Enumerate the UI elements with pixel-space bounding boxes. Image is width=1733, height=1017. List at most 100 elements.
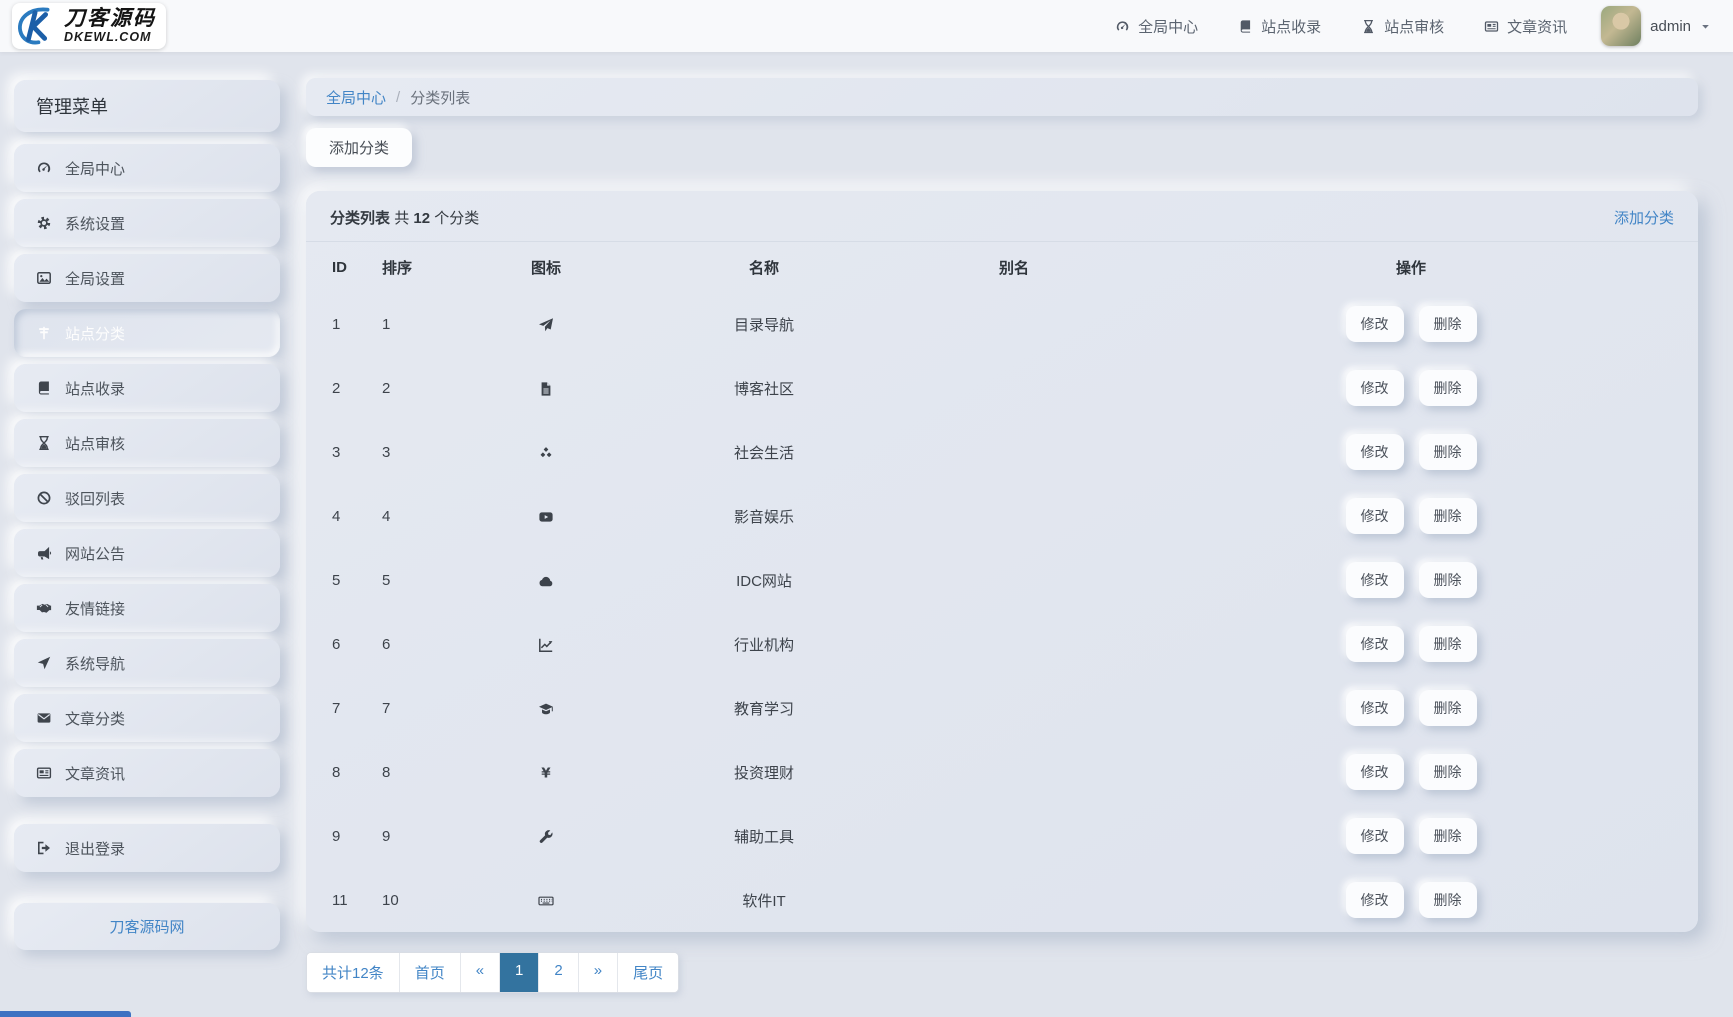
edit-button[interactable]: 修改 xyxy=(1346,562,1404,598)
table-row: 6 6 行业机构 修改 删除 xyxy=(306,612,1698,676)
card-title-text: 分类列表 xyxy=(330,210,390,227)
cell-alias xyxy=(904,740,1124,804)
pagination-next[interactable]: » xyxy=(579,953,618,992)
table-row: 7 7 教育学习 修改 删除 xyxy=(306,676,1698,740)
edit-button[interactable]: 修改 xyxy=(1346,818,1404,854)
add-category-link[interactable]: 添加分类 xyxy=(1614,207,1674,228)
card-header: 分类列表 共 12 个分类 添加分类 xyxy=(306,191,1698,242)
delete-button[interactable]: 删除 xyxy=(1419,882,1477,918)
sidebar-item-label: 网站公告 xyxy=(65,543,125,564)
edit-button[interactable]: 修改 xyxy=(1346,306,1404,342)
edit-button[interactable]: 修改 xyxy=(1346,754,1404,790)
pagination-last[interactable]: 尾页 xyxy=(618,953,678,992)
pagination-first[interactable]: 首页 xyxy=(400,953,461,992)
breadcrumb-divider: / xyxy=(396,89,400,106)
cell-name: IDC网站 xyxy=(624,548,904,612)
column-header-5: 别名 xyxy=(904,242,1124,292)
table-row: 1 1 目录导航 修改 删除 xyxy=(306,292,1698,356)
newspaper-icon xyxy=(1484,19,1499,34)
delete-button[interactable]: 删除 xyxy=(1419,690,1477,726)
brand-logo[interactable]: 刀客源码 DKEWL.COM xyxy=(12,3,166,49)
card-count-suffix: 个分类 xyxy=(434,210,479,227)
sidebar-menu: 全局中心 系统设置 全局设置 站点分类 站点收录 站点审核 驳回列表 网站公告 … xyxy=(14,144,280,872)
edit-button[interactable]: 修改 xyxy=(1346,626,1404,662)
top-nav-item-book[interactable]: 站点收录 xyxy=(1238,16,1321,37)
pagination-page-1[interactable]: 1 xyxy=(500,953,539,992)
envelope-icon xyxy=(36,710,52,726)
cell-name: 软件IT xyxy=(624,868,904,932)
sidebar-item-book[interactable]: 站点收录 xyxy=(14,364,280,412)
sidebar-item-gear[interactable]: 系统设置 xyxy=(14,199,280,247)
sidebar-item-label: 系统设置 xyxy=(65,213,125,234)
sidebar-item-signpost[interactable]: 站点分类 xyxy=(14,309,280,357)
sidebar-item-location-arrow[interactable]: 系统导航 xyxy=(14,639,280,687)
pagination-total: 共计12条 xyxy=(307,953,400,992)
delete-button[interactable]: 删除 xyxy=(1419,562,1477,598)
top-nav-item-newspaper[interactable]: 文章资讯 xyxy=(1484,16,1567,37)
cell-icon xyxy=(468,420,624,484)
delete-button[interactable]: 删除 xyxy=(1419,306,1477,342)
cell-icon xyxy=(468,676,624,740)
cell-actions: 修改 删除 xyxy=(1124,356,1698,420)
sidebar-item-hourglass[interactable]: 站点审核 xyxy=(14,419,280,467)
cell-actions: 修改 删除 xyxy=(1124,804,1698,868)
bullhorn-icon xyxy=(36,545,52,561)
edit-button[interactable]: 修改 xyxy=(1346,434,1404,470)
edit-button[interactable]: 修改 xyxy=(1346,370,1404,406)
sidebar-item-handshake[interactable]: 友情链接 xyxy=(14,584,280,632)
cell-sort: 10 xyxy=(368,868,468,932)
table-head: ID排序图标名称别名操作 xyxy=(306,242,1698,292)
column-header-2: 排序 xyxy=(368,242,468,292)
sidebar-footer-link[interactable]: 刀客源码网 xyxy=(14,903,280,950)
sidebar-title: 管理菜单 xyxy=(14,80,280,132)
pagination: 共计12条首页«12»尾页 xyxy=(306,952,679,993)
table-row: 2 2 博客社区 修改 删除 xyxy=(306,356,1698,420)
cell-actions: 修改 删除 xyxy=(1124,868,1698,932)
top-nav-item-hourglass[interactable]: 站点审核 xyxy=(1361,16,1444,37)
delete-button[interactable]: 删除 xyxy=(1419,818,1477,854)
edit-button[interactable]: 修改 xyxy=(1346,498,1404,534)
cell-id: 4 xyxy=(306,484,368,548)
main-content: 全局中心 / 分类列表 添加分类 分类列表 共 12 个分类 添加分类 ID排序… xyxy=(306,78,1698,993)
pagination-page-2[interactable]: 2 xyxy=(539,953,578,992)
sidebar-item-dashboard[interactable]: 全局中心 xyxy=(14,144,280,192)
table-row: 3 3 社会生活 修改 删除 xyxy=(306,420,1698,484)
sidebar-item-label: 文章资讯 xyxy=(65,763,125,784)
user-menu[interactable]: admin xyxy=(1601,6,1711,46)
cell-id: 1 xyxy=(306,292,368,356)
youtube-icon xyxy=(538,509,554,525)
delete-button[interactable]: 删除 xyxy=(1419,370,1477,406)
breadcrumb-link[interactable]: 全局中心 xyxy=(326,87,386,108)
keyboard-icon xyxy=(538,893,554,909)
cell-sort: 7 xyxy=(368,676,468,740)
handshake-icon xyxy=(36,600,52,616)
delete-button[interactable]: 删除 xyxy=(1419,754,1477,790)
sidebar-item-label: 全局中心 xyxy=(65,158,125,179)
pagination-prev[interactable]: « xyxy=(461,953,500,992)
add-category-button[interactable]: 添加分类 xyxy=(306,128,412,167)
brand-domain: DKEWL.COM xyxy=(64,31,156,44)
cell-actions: 修改 删除 xyxy=(1124,484,1698,548)
cell-id: 3 xyxy=(306,420,368,484)
sidebar-item-label: 站点审核 xyxy=(65,433,125,454)
cell-actions: 修改 删除 xyxy=(1124,612,1698,676)
sidebar-item-image[interactable]: 全局设置 xyxy=(14,254,280,302)
cell-name: 博客社区 xyxy=(624,356,904,420)
hourglass-icon xyxy=(1361,19,1376,34)
sidebar-item-bullhorn[interactable]: 网站公告 xyxy=(14,529,280,577)
delete-button[interactable]: 删除 xyxy=(1419,434,1477,470)
edit-button[interactable]: 修改 xyxy=(1346,882,1404,918)
sidebar-item-envelope[interactable]: 文章分类 xyxy=(14,694,280,742)
cell-name: 社会生活 xyxy=(624,420,904,484)
sidebar-item-sign-out[interactable]: 退出登录 xyxy=(14,824,280,872)
delete-button[interactable]: 删除 xyxy=(1419,498,1477,534)
top-nav-item-dashboard[interactable]: 全局中心 xyxy=(1115,16,1198,37)
hourglass-icon xyxy=(36,435,52,451)
edit-button[interactable]: 修改 xyxy=(1346,690,1404,726)
sidebar-item-newspaper[interactable]: 文章资讯 xyxy=(14,749,280,797)
sidebar-item-ban[interactable]: 驳回列表 xyxy=(14,474,280,522)
admin-avatar[interactable] xyxy=(1601,6,1641,46)
cell-name: 辅助工具 xyxy=(624,804,904,868)
delete-button[interactable]: 删除 xyxy=(1419,626,1477,662)
card-title: 分类列表 共 12 个分类 xyxy=(330,207,479,228)
